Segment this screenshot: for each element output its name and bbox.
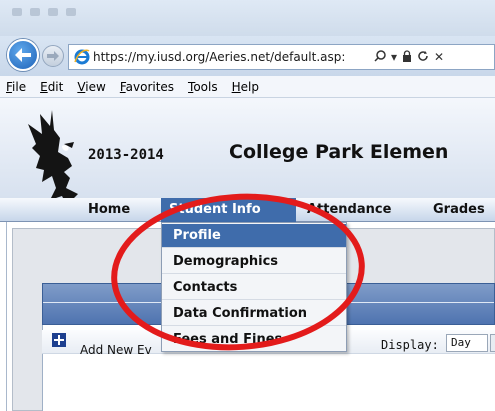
display-label: Display: — [381, 338, 439, 352]
add-new-event-link[interactable]: Add New Ev — [80, 343, 160, 357]
close-icon[interactable]: ✕ — [434, 50, 444, 64]
add-plus-icon[interactable] — [52, 333, 66, 347]
internet-explorer-icon — [71, 46, 93, 68]
dropdown-item-contacts[interactable]: Contacts — [162, 276, 346, 300]
tab-grades[interactable]: Grades — [425, 198, 493, 222]
dropdown-item-data-confirmation[interactable]: Data Confirmation — [162, 302, 346, 326]
forward-arrow-icon — [47, 51, 59, 61]
address-bar[interactable]: https://my.iusd.org/Aeries.net/default.a… — [68, 44, 495, 70]
dropdown-item-fees-and-fines[interactable]: Fees and Fines — [162, 328, 346, 352]
tab-student-info[interactable]: Student Info — [161, 198, 296, 222]
menu-view[interactable]: View — [77, 80, 105, 94]
address-tools: ▾ ✕ — [374, 49, 444, 65]
school-name: College Park Elemen — [229, 141, 449, 163]
quick-access-icon[interactable] — [66, 8, 76, 16]
lock-icon[interactable] — [402, 49, 412, 65]
quick-access-icon[interactable] — [30, 8, 40, 16]
quick-access-icon[interactable] — [48, 8, 58, 16]
menu-file[interactable]: File — [6, 80, 26, 94]
dropdown-item-profile[interactable]: Profile — [162, 224, 346, 248]
dropdown-item-demographics[interactable]: Demographics — [162, 250, 346, 274]
display-select[interactable]: Day — [446, 334, 488, 352]
browser-title-bar — [0, 0, 495, 36]
browser-nav-bar: https://my.iusd.org/Aeries.net/default.a… — [0, 36, 495, 76]
quick-access-icon[interactable] — [12, 8, 22, 16]
address-url[interactable]: https://my.iusd.org/Aeries.net/default.a… — [93, 50, 368, 64]
chevron-down-icon[interactable]: ▾ — [391, 50, 397, 64]
menu-favorites[interactable]: Favorites — [120, 80, 174, 94]
quick-access-toolbar — [12, 8, 76, 16]
back-button[interactable] — [7, 39, 39, 71]
menu-tools[interactable]: Tools — [188, 80, 218, 94]
tab-attendance[interactable]: Attendance — [299, 198, 399, 222]
refresh-icon[interactable] — [417, 50, 429, 65]
school-year: 2013-2014 — [88, 147, 164, 163]
menu-edit[interactable]: Edit — [40, 80, 63, 94]
menu-help[interactable]: Help — [232, 80, 259, 94]
browser-menu-bar: File Edit View Favorites Tools Help — [0, 76, 495, 98]
forward-button[interactable] — [42, 45, 64, 67]
search-icon[interactable] — [374, 49, 386, 65]
tab-home[interactable]: Home — [80, 198, 138, 222]
back-arrow-icon — [15, 48, 31, 62]
display-select-arrow[interactable] — [490, 334, 495, 352]
